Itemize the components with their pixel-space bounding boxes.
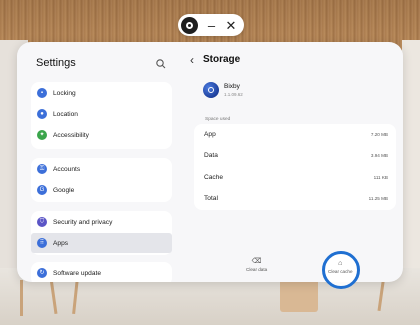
sidebar-item-apps[interactable]: ⠿ Apps: [31, 233, 172, 253]
sidebar-item-accessibility[interactable]: ✦ Accessibility: [31, 125, 172, 145]
sidebar-group: ▪ Locking ● Location ✦ Accessibility: [31, 82, 172, 149]
update-icon: ↻: [37, 268, 47, 278]
bixby-app-icon: [203, 82, 219, 98]
row-value: 3.94 MB: [370, 153, 388, 158]
apps-grid-icon: ⠿: [37, 238, 47, 248]
sidebar-title: Settings: [36, 57, 76, 69]
sidebar-item-location[interactable]: ● Location: [31, 104, 172, 124]
row-value: 11.25 MB: [368, 196, 388, 201]
sidebar-item-label: Security and privacy: [53, 218, 113, 226]
window-control-pill: – ✕: [178, 14, 244, 36]
minimize-button[interactable]: –: [206, 19, 218, 32]
row-label: Cache: [204, 174, 224, 181]
key-icon: ⚿: [37, 164, 47, 174]
table-leg: [20, 280, 23, 316]
search-icon[interactable]: [155, 58, 167, 70]
storage-row-total: Total 11.25 MB: [194, 188, 396, 209]
storage-usage-card: App 7.20 MB Data 3.94 MB Cache 111 KB To…: [194, 124, 396, 210]
sidebar-item-accounts[interactable]: ⚿ Accounts: [31, 159, 172, 179]
sidebar-group: ⚿ Accounts G Google: [31, 158, 172, 202]
sidebar-item-locking[interactable]: ▪ Locking: [31, 83, 172, 103]
sidebar-item-label: Locking: [53, 89, 76, 97]
sidebar-item-label: Software update: [53, 269, 102, 277]
accessibility-icon: ✦: [37, 130, 47, 140]
sidebar-item-label: Google: [53, 186, 75, 194]
page-title: Storage: [203, 54, 241, 65]
storage-pane: ‹ Storage Bixby 1.1.09.62 Space used App…: [185, 42, 403, 282]
storage-row-cache: Cache 111 KB: [194, 167, 396, 188]
storage-row-data: Data 3.94 MB: [194, 145, 396, 166]
sidebar: Settings ▪ Locking ● Location ✦ Accessib…: [17, 42, 185, 282]
clear-cache-label: Clear cache: [328, 269, 353, 274]
sidebar-item-label: Accessibility: [53, 131, 89, 139]
storage-row-app: App 7.20 MB: [194, 124, 396, 145]
lock-icon: ▪: [37, 88, 47, 98]
location-pin-icon: ●: [37, 109, 47, 119]
row-label: Total: [204, 195, 218, 202]
shield-icon: ⛉: [37, 217, 47, 227]
clear-cache-button[interactable]: ⌂ Clear cache: [328, 260, 353, 274]
sidebar-item-label: Location: [53, 110, 78, 118]
background-wall-right: [402, 40, 420, 270]
app-version: 1.1.09.62: [224, 92, 243, 97]
sidebar-item-label: Accounts: [53, 165, 81, 173]
row-label: App: [204, 131, 216, 138]
app-logo-icon[interactable]: [181, 16, 198, 34]
sidebar-item-security-privacy[interactable]: ⛉ Security and privacy: [31, 212, 172, 232]
space-used-label: Space used: [205, 117, 231, 122]
sidebar-group: ↻ Software update: [31, 262, 172, 282]
close-button[interactable]: ✕: [225, 19, 237, 32]
sidebar-item-google[interactable]: G Google: [31, 180, 172, 200]
broom-icon: ⌂: [338, 260, 343, 267]
row-value: 111 KB: [373, 175, 388, 180]
settings-window: Settings ▪ Locking ● Location ✦ Accessib…: [17, 42, 403, 282]
clear-data-label: Clear data: [246, 267, 268, 272]
eraser-icon: ⌫: [251, 258, 262, 265]
back-arrow-icon[interactable]: ‹: [190, 53, 194, 67]
sidebar-item-software-update[interactable]: ↻ Software update: [31, 263, 172, 282]
clear-data-button[interactable]: ⌫ Clear data: [246, 258, 267, 272]
row-value: 7.20 MB: [370, 132, 388, 137]
row-label: Data: [204, 152, 218, 159]
sidebar-group: ⛉ Security and privacy ⠿ Apps: [31, 211, 172, 255]
app-name: Bixby: [224, 83, 240, 90]
google-icon: G: [37, 185, 47, 195]
sidebar-item-label: Apps: [53, 239, 69, 247]
